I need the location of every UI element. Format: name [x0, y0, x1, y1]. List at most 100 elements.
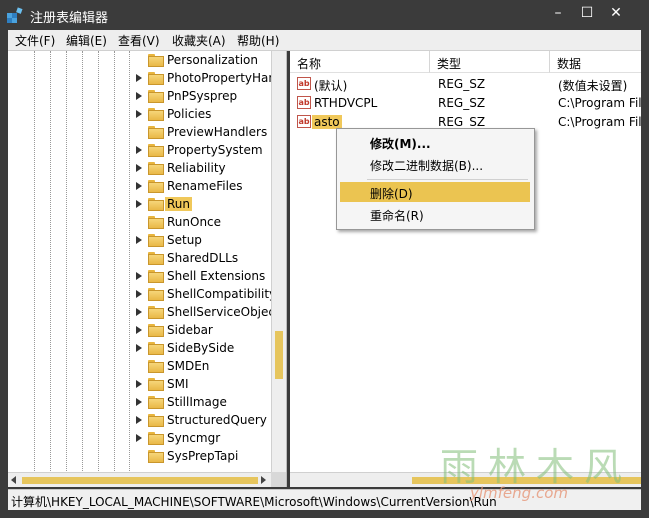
- tree-guide-line: [129, 51, 130, 471]
- value-name: RTHDVCPL: [314, 96, 378, 110]
- value-data: (数值未设置): [558, 79, 628, 93]
- expand-arrow-icon[interactable]: [136, 146, 142, 154]
- folder-icon: [148, 252, 164, 265]
- menu-edit[interactable]: 编辑(E): [66, 32, 107, 49]
- folder-icon: [148, 162, 164, 175]
- maximize-button[interactable]: ☐: [577, 4, 597, 22]
- menu-favorites[interactable]: 收藏夹(A): [172, 32, 226, 49]
- expand-arrow-icon[interactable]: [136, 326, 142, 334]
- scrollbar-corner: [271, 472, 286, 487]
- tree-guide-line: [98, 51, 99, 471]
- tree-guide-line: [114, 51, 115, 471]
- tree-item[interactable]: SMDEn: [136, 358, 276, 376]
- tree-item[interactable]: Syncmgr: [136, 430, 276, 448]
- menu-bar: 文件(F) 编辑(E) 查看(V) 收藏夹(A) 帮助(H): [8, 30, 641, 51]
- tree-item[interactable]: RenameFiles: [136, 178, 276, 196]
- expand-arrow-icon[interactable]: [136, 74, 142, 82]
- expand-arrow-icon[interactable]: [136, 380, 142, 388]
- tree-horizontal-scroll-thumb[interactable]: [22, 477, 258, 484]
- tree-item-label: Policies: [167, 107, 212, 121]
- tree-item[interactable]: SMI: [136, 376, 276, 394]
- menu-help[interactable]: 帮助(H): [237, 32, 279, 49]
- tree-item[interactable]: SharedDLLs: [136, 250, 276, 268]
- tree-item[interactable]: PreviewHandlers: [136, 124, 276, 142]
- tree-item-label: PhotoPropertyHan: [167, 71, 276, 85]
- folder-icon: [148, 288, 164, 301]
- tree-item-label: Syncmgr: [167, 431, 221, 445]
- expand-arrow-icon[interactable]: [136, 272, 142, 280]
- folder-icon: [148, 126, 164, 139]
- registry-editor-icon: [7, 7, 23, 23]
- context-menu-modify-label: 修改(M)...: [370, 137, 431, 151]
- expand-arrow-icon[interactable]: [136, 344, 142, 352]
- scroll-left-arrow-icon[interactable]: [11, 476, 16, 484]
- expand-arrow-icon[interactable]: [136, 200, 142, 208]
- tree-item[interactable]: StillImage: [136, 394, 276, 412]
- tree-horizontal-scrollbar[interactable]: [8, 472, 271, 487]
- tree-vertical-scroll-thumb[interactable]: [275, 331, 283, 379]
- tree-item[interactable]: Shell Extensions: [136, 268, 276, 286]
- expand-arrow-icon[interactable]: [136, 236, 142, 244]
- tree-item[interactable]: ShellCompatibility: [136, 286, 276, 304]
- tree-item[interactable]: ShellServiceObjectI: [136, 304, 283, 322]
- expand-arrow-icon[interactable]: [136, 164, 142, 172]
- context-menu-modify[interactable]: 修改(M)...: [340, 132, 530, 152]
- context-menu-modify-binary[interactable]: 修改二进制数据(B)...: [340, 154, 530, 174]
- expand-arrow-icon[interactable]: [136, 92, 142, 100]
- tree-item[interactable]: Setup: [136, 232, 276, 250]
- close-button[interactable]: ✕: [606, 4, 626, 22]
- title-bar: 注册表编辑器 – ☐ ✕: [0, 0, 649, 30]
- tree-item-label: PnPSysprep: [167, 89, 238, 103]
- tree-item[interactable]: Reliability: [136, 160, 276, 178]
- menu-view[interactable]: 查看(V): [118, 32, 160, 49]
- column-header-name[interactable]: 名称: [290, 51, 430, 73]
- window-frame: 注册表编辑器 – ☐ ✕ 文件(F) 编辑(E) 查看(V) 收藏夹(A) 帮助…: [0, 0, 649, 518]
- tree-item[interactable]: RunOnce: [136, 214, 276, 232]
- value-data: C:\Program File: [558, 115, 641, 129]
- folder-icon: [148, 216, 164, 229]
- tree-item[interactable]: PnPSysprep: [136, 88, 276, 106]
- watermark-url: ylmfeng.com: [470, 484, 568, 502]
- tree-item-label: SMDEn: [167, 359, 210, 373]
- tree-item-label: SMI: [167, 377, 189, 391]
- expand-arrow-icon[interactable]: [136, 110, 142, 118]
- context-menu-rename-label: 重命名(R): [370, 209, 424, 223]
- tree-item[interactable]: Policies: [136, 106, 276, 124]
- expand-arrow-icon[interactable]: [136, 308, 142, 316]
- tree-item[interactable]: StructuredQuery: [136, 412, 276, 430]
- scroll-right-arrow-icon[interactable]: [261, 476, 266, 484]
- tree-item[interactable]: Personalization: [136, 52, 276, 70]
- tree-item[interactable]: PhotoPropertyHan: [136, 70, 276, 88]
- column-header-type[interactable]: 类型: [430, 51, 550, 73]
- value-data: C:\Program File: [558, 96, 641, 110]
- expand-arrow-icon[interactable]: [136, 434, 142, 442]
- expand-arrow-icon[interactable]: [136, 398, 142, 406]
- folder-icon: [148, 54, 164, 67]
- tree-item-label: SharedDLLs: [167, 251, 239, 265]
- column-header-data[interactable]: 数据: [550, 51, 641, 73]
- expand-arrow-icon[interactable]: [136, 182, 142, 190]
- tree-vertical-scrollbar[interactable]: [271, 51, 286, 472]
- minimize-button[interactable]: –: [548, 4, 568, 22]
- folder-icon: [148, 306, 164, 319]
- registry-key-tree[interactable]: Personalization PhotoPropertyHan PnPSyspre…: [8, 51, 287, 487]
- tree-item[interactable]: PropertySystem: [136, 142, 276, 160]
- value-row[interactable]: ab (默认) REG_SZ (数值未设置): [290, 75, 641, 94]
- tree-item-selected[interactable]: Run: [136, 196, 276, 214]
- folder-icon: [148, 360, 164, 373]
- tree-item[interactable]: SideBySide: [136, 340, 276, 358]
- tree-item[interactable]: SysPrepTapi: [136, 448, 276, 466]
- context-menu-delete[interactable]: 删除(D): [340, 182, 530, 202]
- expand-arrow-icon[interactable]: [136, 290, 142, 298]
- tree-item-label: ShellServiceObjectI: [167, 305, 284, 319]
- value-type: REG_SZ: [438, 115, 486, 129]
- context-menu-rename[interactable]: 重命名(R): [340, 204, 530, 224]
- expand-arrow-icon[interactable]: [136, 416, 142, 424]
- tree-item-label: SideBySide: [167, 341, 235, 355]
- menu-file[interactable]: 文件(F): [15, 32, 55, 49]
- tree-item[interactable]: Sidebar: [136, 322, 276, 340]
- registry-values-list[interactable]: 名称 类型 数据 ab (默认) REG_SZ (数值未设置) ab RTHDV…: [290, 51, 641, 487]
- value-row[interactable]: ab RTHDVCPL REG_SZ C:\Program File: [290, 94, 641, 113]
- folder-icon: [148, 90, 164, 103]
- string-value-icon: ab: [297, 115, 311, 128]
